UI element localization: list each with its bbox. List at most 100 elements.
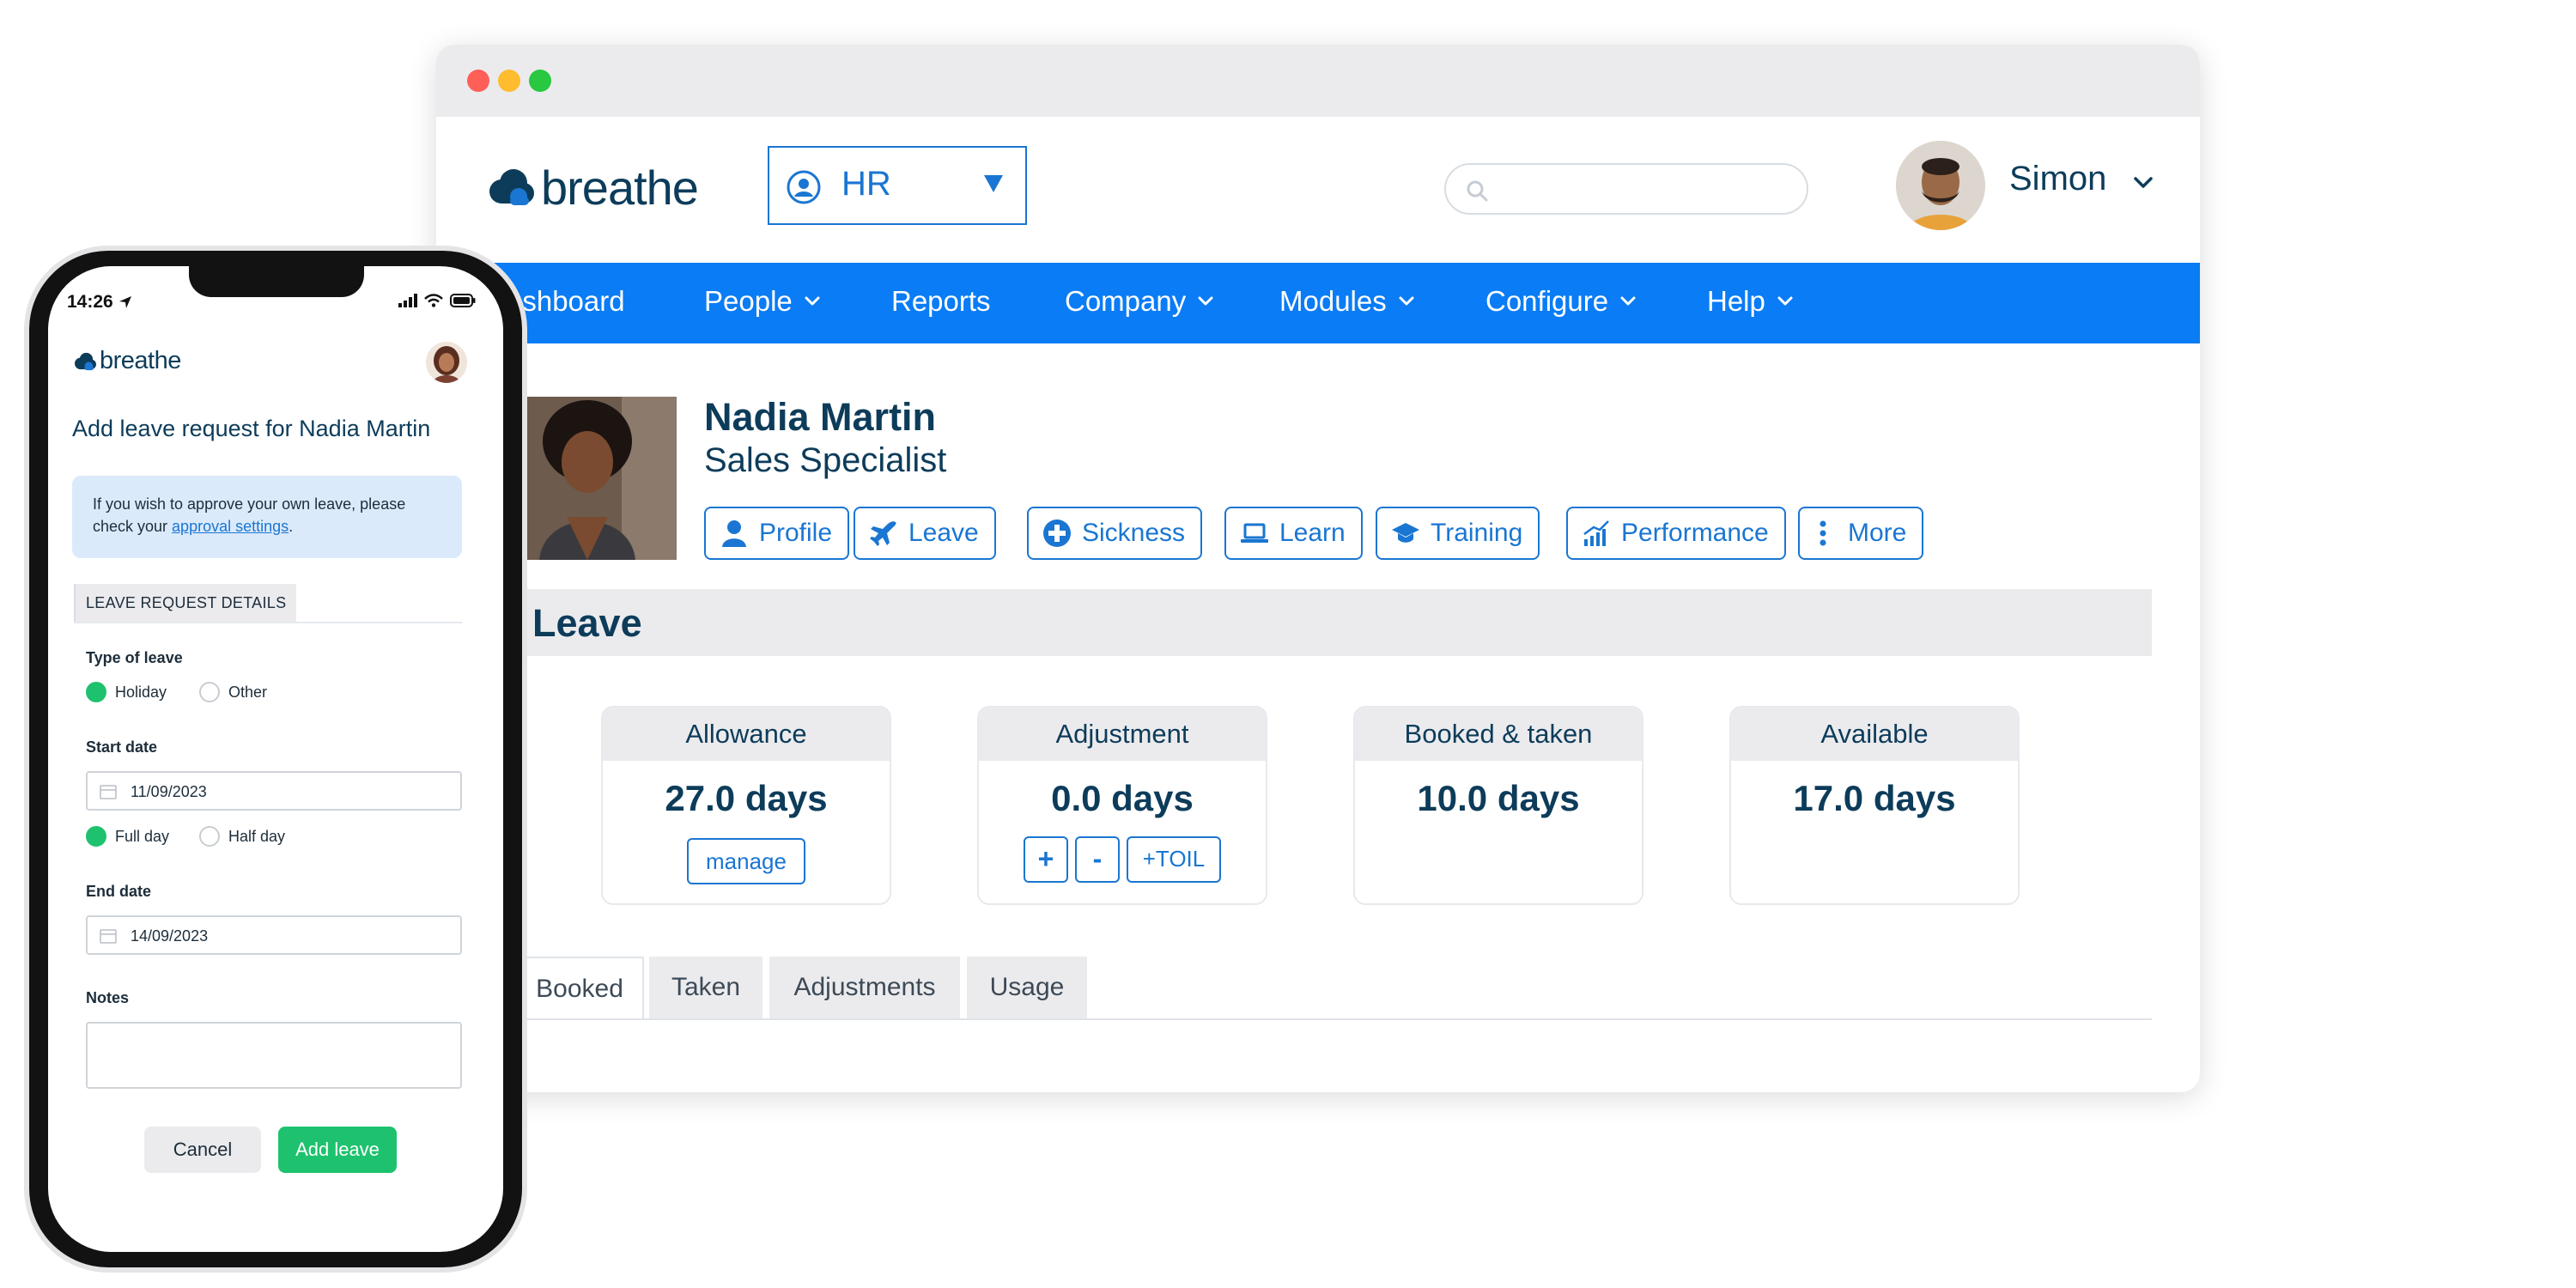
add-leave-button[interactable]: Add leave (278, 1127, 397, 1173)
employee-title: Sales Specialist (704, 441, 947, 479)
tab-adjustments[interactable]: Adjustments (769, 957, 960, 1018)
radio-label: Half day (228, 827, 286, 845)
radio-button (199, 682, 220, 702)
cancel-button[interactable]: Cancel (144, 1127, 261, 1173)
medical-cross-icon (1043, 519, 1071, 547)
battery-icon (450, 294, 476, 307)
section-divider (74, 622, 462, 623)
employee-name: Nadia Martin (704, 395, 937, 439)
performance-button-label: Performance (1621, 519, 1769, 547)
person-icon (722, 520, 746, 547)
caret-down-icon (984, 175, 1003, 192)
start-date-label: Start date (86, 738, 158, 756)
training-button-label: Training (1431, 519, 1523, 547)
leave-button-label: Leave (908, 519, 979, 547)
module-select[interactable]: HR (768, 146, 1027, 225)
more-button[interactable]: More (1798, 507, 1924, 560)
breathe-logo[interactable]: breathe (484, 156, 699, 218)
nav-item-reports[interactable]: Reports (891, 285, 991, 318)
nav-item-people[interactable]: People (704, 285, 822, 318)
tab-usage[interactable]: Usage (967, 957, 1087, 1018)
stat-header: Allowance (603, 708, 890, 761)
nav-item-configure[interactable]: Configure (1485, 285, 1637, 318)
chart-growth-icon (1583, 520, 1609, 546)
maximize-window-button[interactable] (529, 70, 551, 92)
end-date-field[interactable] (86, 915, 462, 955)
nav-item-label: Company (1065, 285, 1187, 317)
sickness-button[interactable]: Sickness (1027, 507, 1203, 560)
add-adjustment-button[interactable]: + (1024, 836, 1068, 883)
window-titlebar (436, 45, 2200, 117)
approval-settings-link[interactable]: approval settings (172, 518, 289, 535)
nav-item-label: Modules (1279, 285, 1387, 317)
subtract-adjustment-button[interactable]: - (1075, 836, 1120, 883)
user-name[interactable]: Simon (2009, 160, 2106, 198)
logo-text: breathe (100, 347, 181, 374)
close-window-button[interactable] (467, 70, 489, 92)
phone-notch (189, 266, 364, 297)
adjustment-card: Adjustment 0.0 days + - +TOIL (977, 706, 1267, 905)
notes-label: Notes (86, 989, 130, 1006)
start-date-field[interactable] (86, 771, 462, 811)
cloud-logo-icon (75, 352, 96, 370)
learn-button[interactable]: Learn (1224, 507, 1363, 560)
start-date-input[interactable] (131, 781, 448, 802)
chevron-down-icon[interactable] (2131, 170, 2155, 194)
learn-button-label: Learn (1279, 519, 1346, 547)
chevron-down-icon (1777, 296, 1793, 306)
nav-item-label: Reports (891, 285, 991, 317)
breathe-logo[interactable]: breathe (72, 347, 181, 375)
graduation-cap-icon (1392, 523, 1419, 543)
search-input[interactable] (1501, 173, 1793, 206)
radio-label: Holiday (115, 683, 167, 701)
stat-header: Adjustment (979, 708, 1266, 761)
cloud-logo-icon (489, 169, 534, 205)
radio-label: Full day (115, 827, 170, 845)
info-alert: If you wish to approve your own leave, p… (72, 476, 462, 558)
section-title: Leave (532, 601, 642, 645)
radio-other[interactable]: Other (199, 682, 267, 702)
performance-button[interactable]: Performance (1566, 507, 1786, 560)
user-avatar[interactable] (1896, 141, 1985, 230)
radio-half-day[interactable]: Half day (199, 826, 285, 847)
end-date-input[interactable] (131, 926, 448, 946)
minimize-window-button[interactable] (498, 70, 520, 92)
sickness-button-label: Sickness (1082, 519, 1186, 547)
nav-item-company[interactable]: Company (1065, 285, 1215, 318)
search-box[interactable] (1444, 163, 1808, 215)
radio-holiday[interactable]: Holiday (86, 682, 167, 702)
notes-textarea[interactable] (86, 1022, 462, 1089)
phone-screen: 14:26 breathe Add leave request for Nadi… (48, 266, 503, 1252)
tab-booked[interactable]: Booked (515, 957, 644, 1020)
leave-section-header: Leave (515, 589, 2152, 656)
booked-taken-card: Booked & taken 10.0 days (1353, 706, 1643, 905)
user-circle-icon (787, 170, 821, 204)
stat-header: Available (1731, 708, 2018, 761)
profile-button[interactable]: Profile (704, 507, 850, 560)
employee-photo (519, 397, 677, 560)
stat-value: 17.0 days (1793, 778, 1956, 818)
tab-taken[interactable]: Taken (649, 957, 762, 1018)
stat-value: 10.0 days (1417, 778, 1580, 818)
chevron-down-icon (1399, 296, 1414, 306)
end-date-label: End date (86, 883, 152, 900)
status-bar-icons (398, 294, 476, 307)
add-toil-button[interactable]: +TOIL (1127, 836, 1221, 883)
nav-item-help[interactable]: Help (1707, 285, 1795, 318)
leave-button[interactable]: Leave (854, 507, 996, 560)
manage-button[interactable]: manage (687, 838, 805, 884)
profile-button-label: Profile (759, 519, 833, 547)
user-avatar[interactable] (426, 342, 467, 383)
nav-item-modules[interactable]: Modules (1279, 285, 1416, 318)
module-select-value: HR (841, 165, 891, 203)
app-header: breathe HR Simon (436, 117, 2200, 263)
radio-full-day[interactable]: Full day (86, 826, 169, 847)
search-icon (1467, 180, 1488, 202)
training-button[interactable]: Training (1376, 507, 1540, 560)
stat-header: Booked & taken (1355, 708, 1642, 761)
radio-button-selected (86, 682, 106, 702)
section-header: LEAVE REQUEST DETAILS (74, 584, 297, 622)
available-card: Available 17.0 days (1729, 706, 2020, 905)
radio-label: Other (228, 683, 268, 701)
stat-value: 0.0 days (1051, 778, 1194, 818)
